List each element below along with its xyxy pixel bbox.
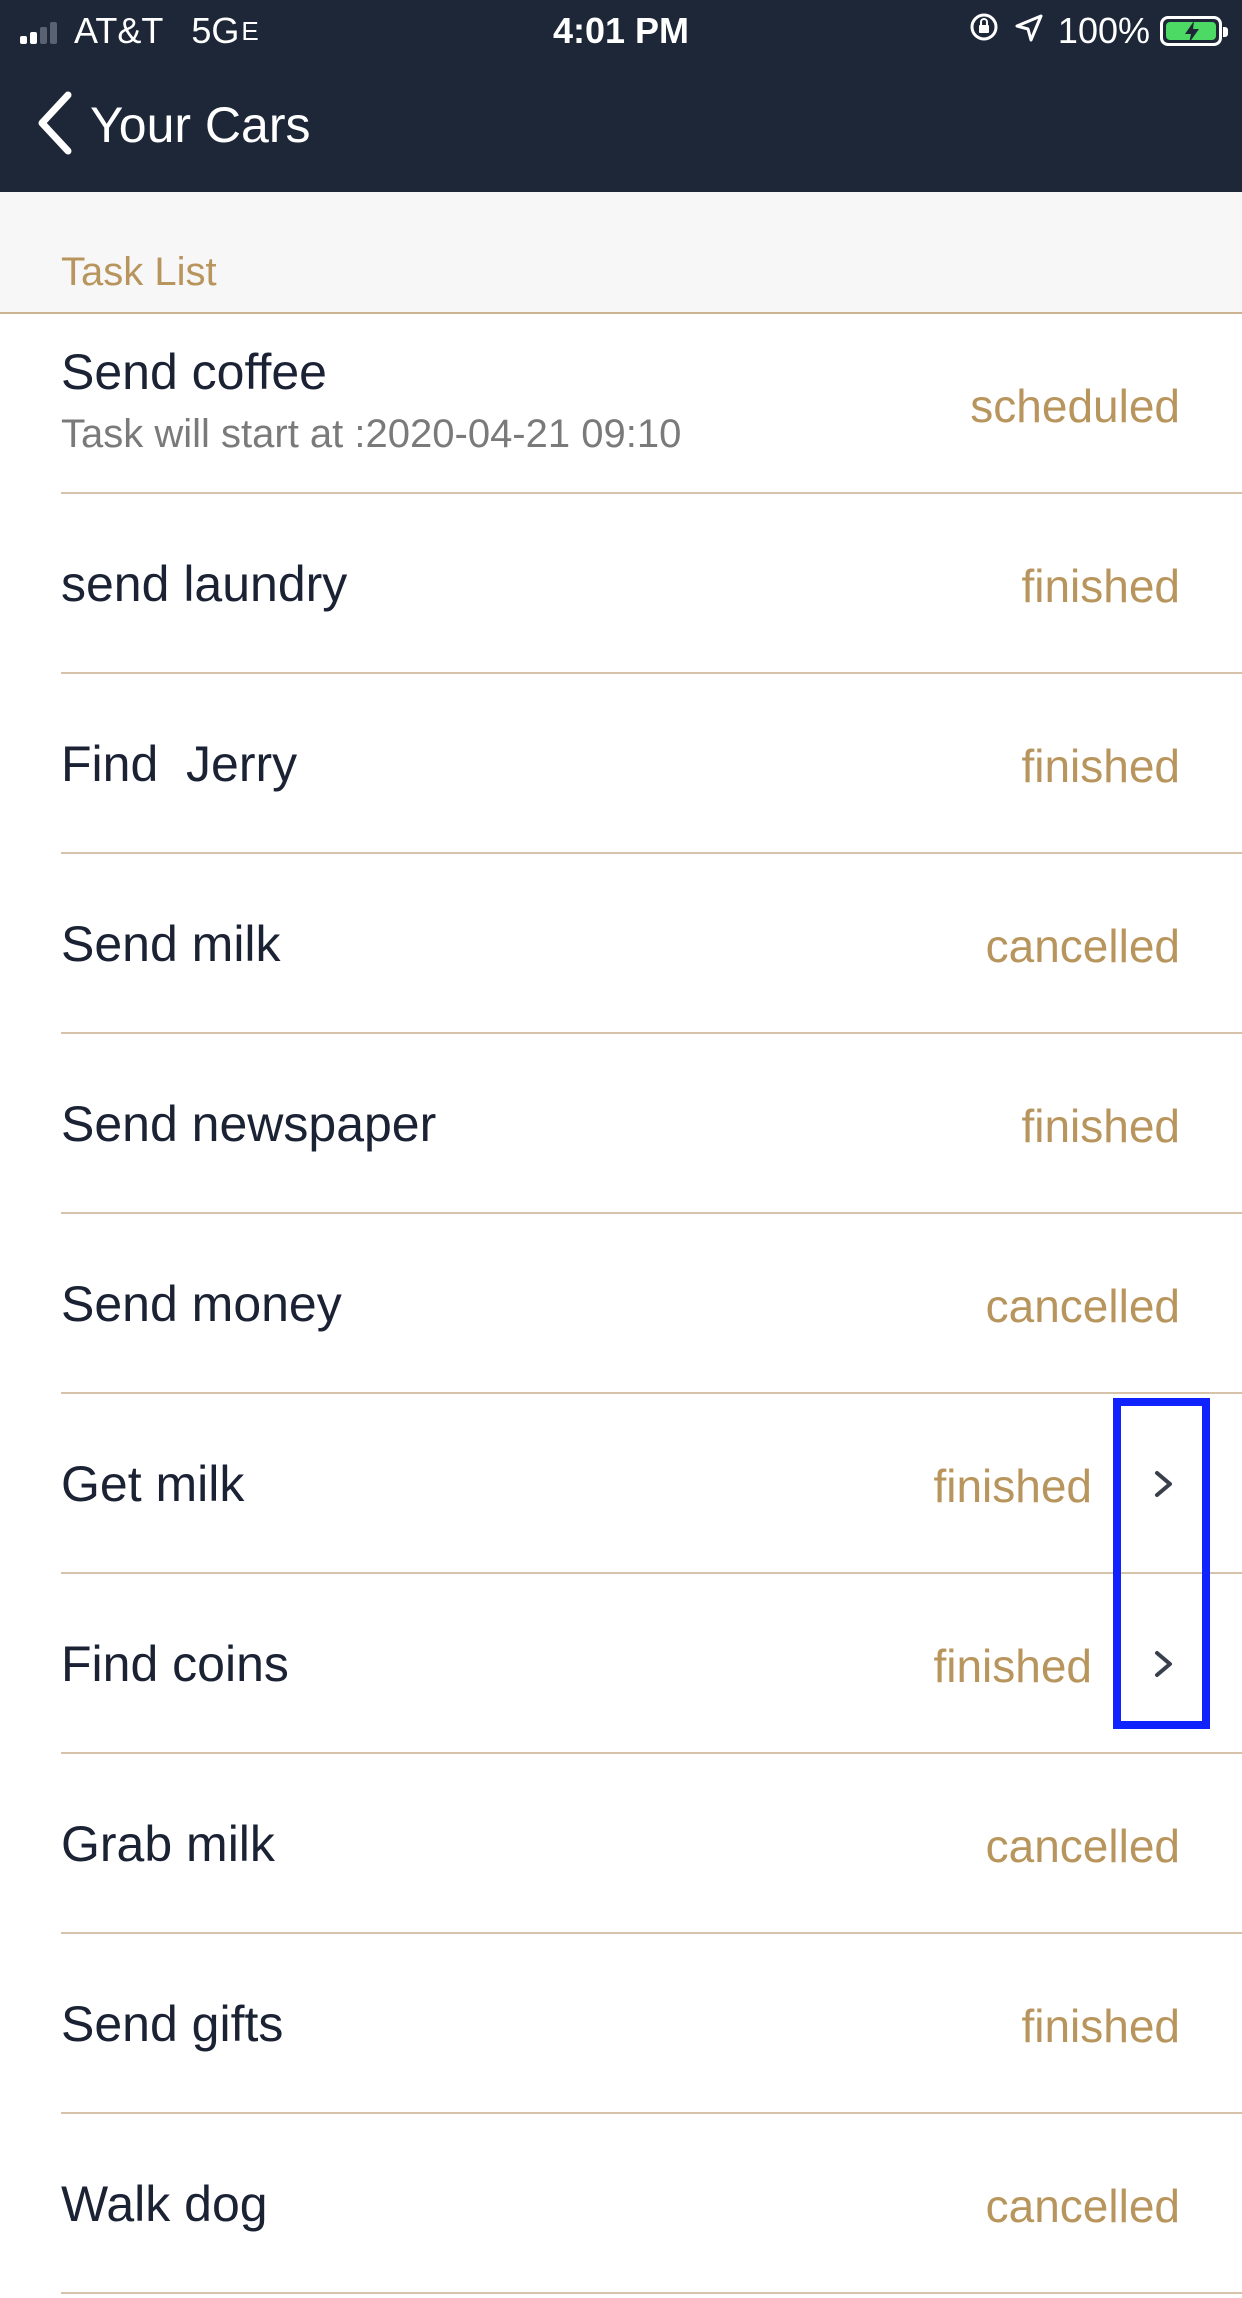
task-title: Find Jerry bbox=[61, 736, 298, 792]
task-title: Find coins bbox=[61, 1636, 289, 1692]
task-title: Send milk bbox=[61, 916, 281, 972]
task-status: finished bbox=[1021, 1100, 1180, 1152]
task-status: cancelled bbox=[985, 920, 1180, 972]
location-arrow-icon bbox=[1014, 10, 1044, 52]
task-title: Grab milk bbox=[61, 1816, 275, 1872]
status-bar: AT&T 5G E 4:01 PM 100% bbox=[0, 0, 1242, 62]
task-row[interactable]: Send money cancelled bbox=[0, 1214, 1242, 1394]
chevron-left-icon bbox=[36, 91, 76, 160]
section-title: Task List bbox=[61, 250, 217, 294]
task-status: finished bbox=[1021, 740, 1180, 792]
task-title: Get milk bbox=[61, 1456, 245, 1512]
orientation-lock-icon bbox=[968, 10, 1000, 52]
task-row[interactable]: Find Jerry finished bbox=[0, 674, 1242, 854]
task-row[interactable]: Send coffee Task will start at :2020-04-2… bbox=[0, 314, 1242, 494]
task-row[interactable]: Get milk finished bbox=[0, 1394, 1242, 1574]
task-title: Walk dog bbox=[61, 2176, 268, 2232]
task-status: cancelled bbox=[985, 1280, 1180, 1332]
task-row[interactable]: Send milk cancelled bbox=[0, 854, 1242, 1034]
task-status: finished bbox=[933, 1640, 1092, 1692]
task-title: Send newspaper bbox=[61, 1096, 437, 1152]
task-status: finished bbox=[1021, 560, 1180, 612]
task-subtitle: Task will start at :2020-04-21 09:10 bbox=[61, 412, 682, 456]
task-row[interactable]: Find coins finished bbox=[0, 1574, 1242, 1754]
status-right: 100% bbox=[968, 8, 1228, 54]
navigation-bar: Your Cars bbox=[0, 62, 1242, 192]
task-row[interactable]: Send gifts finished bbox=[0, 1934, 1242, 2114]
battery-label: 100% bbox=[1057, 10, 1150, 51]
task-status: finished bbox=[1021, 2000, 1180, 2052]
task-row[interactable]: Send newspaper finished bbox=[0, 1034, 1242, 1214]
back-button[interactable]: Your Cars bbox=[36, 91, 311, 160]
task-row[interactable]: Grab milk cancelled bbox=[0, 1754, 1242, 1934]
section-header: Task List bbox=[0, 192, 1242, 314]
back-label: Your Cars bbox=[90, 97, 311, 153]
task-title: Send gifts bbox=[61, 1996, 284, 2052]
task-title: Send money bbox=[61, 1276, 342, 1332]
task-row[interactable]: Walk dog cancelled bbox=[0, 2114, 1242, 2294]
header: AT&T 5G E 4:01 PM 100% Your Cars bbox=[0, 0, 1242, 192]
task-status: finished bbox=[933, 1460, 1092, 1512]
chevron-right-icon[interactable] bbox=[1144, 1644, 1184, 1684]
battery-charging-icon bbox=[1160, 16, 1228, 46]
task-list: Send coffee Task will start at :2020-04-2… bbox=[0, 314, 1242, 2294]
task-status: cancelled bbox=[985, 1820, 1180, 1872]
task-status: scheduled bbox=[970, 380, 1180, 432]
task-status: cancelled bbox=[985, 2180, 1180, 2232]
task-title: send laundry bbox=[61, 556, 348, 612]
task-row[interactable]: send laundry finished bbox=[0, 494, 1242, 674]
task-title: Send coffee bbox=[61, 344, 327, 400]
chevron-right-icon[interactable] bbox=[1144, 1464, 1184, 1504]
